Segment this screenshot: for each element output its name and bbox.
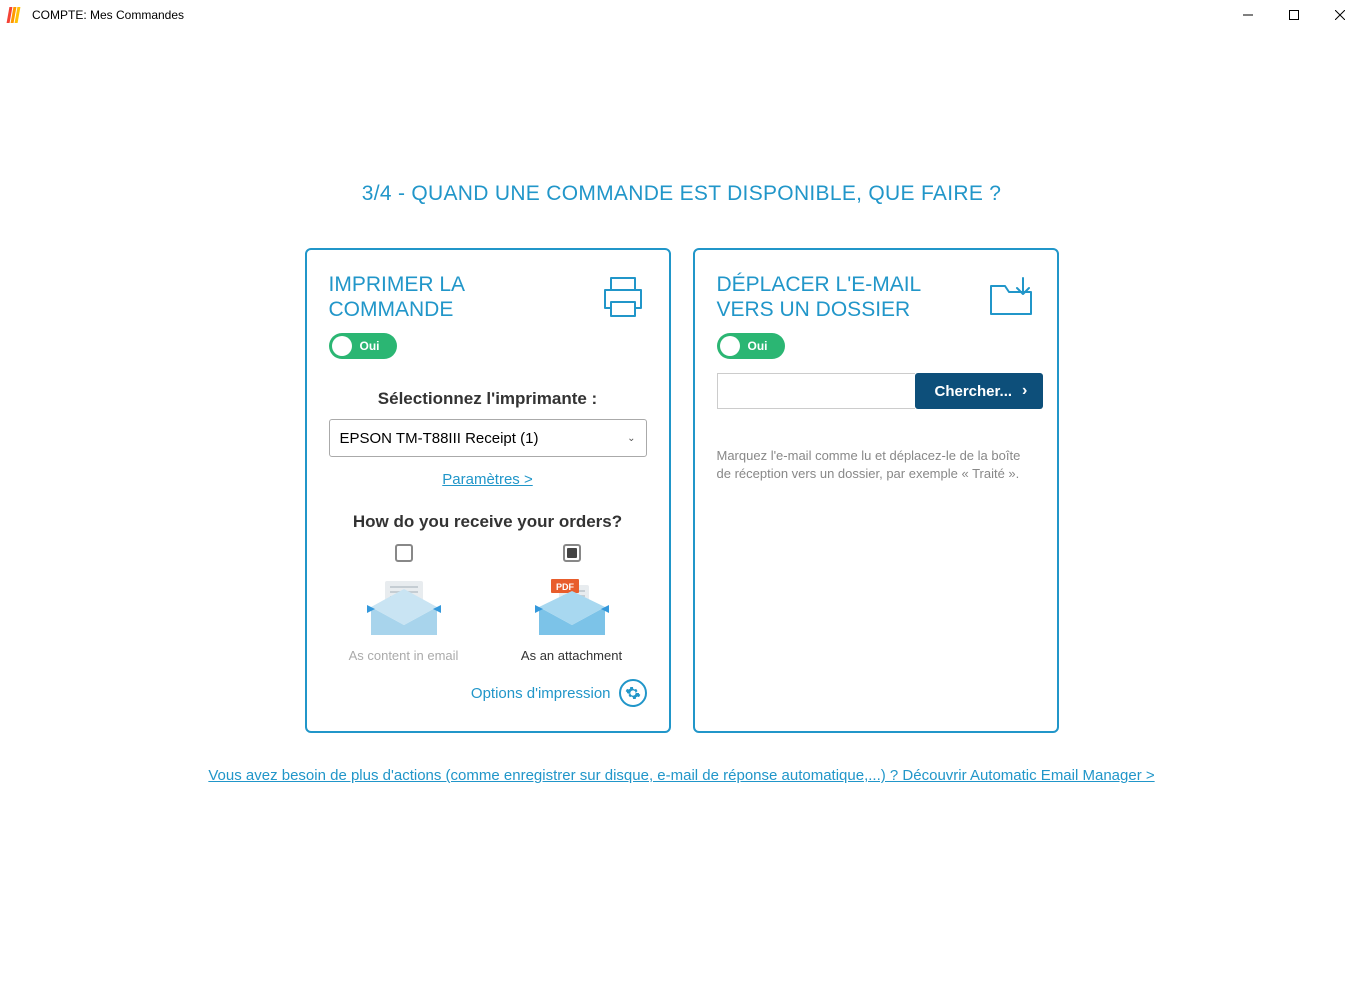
move-toggle[interactable]: Oui — [717, 333, 785, 359]
email-content-icon — [365, 576, 443, 638]
chevron-right-icon: › — [1022, 382, 1027, 400]
move-card-title: DÉPLACER L'E-MAIL VERS UN DOSSIER — [717, 272, 981, 322]
minimize-button[interactable] — [1225, 0, 1271, 30]
option-content-in-email[interactable]: As content in email — [344, 544, 464, 663]
app-logo-icon — [8, 7, 24, 23]
folder-search-input[interactable] — [717, 373, 915, 409]
email-attachment-icon: PDF — [533, 576, 611, 638]
option-content-label: As content in email — [349, 648, 459, 663]
print-options-gear-button[interactable] — [619, 679, 647, 707]
maximize-button[interactable] — [1271, 0, 1317, 30]
print-order-card: IMPRIMER LA COMMANDE Oui Sélectionnez l'… — [305, 248, 671, 733]
print-options-link[interactable]: Options d'impression — [471, 685, 611, 702]
print-card-title: IMPRIMER LA COMMANDE — [329, 272, 593, 322]
printer-select[interactable]: EPSON TM-T88III Receipt (1) ⌄ — [329, 419, 647, 457]
move-help-text: Marquez l'e-mail comme lu et déplacez-le… — [717, 447, 1035, 483]
close-button[interactable] — [1317, 0, 1363, 30]
checkbox-as-attachment[interactable] — [563, 544, 581, 562]
window-title: COMPTE: Mes Commandes — [32, 8, 184, 22]
parameters-link[interactable]: Paramètres > — [329, 471, 647, 488]
receive-orders-label: How do you receive your orders? — [329, 512, 647, 532]
move-email-card: DÉPLACER L'E-MAIL VERS UN DOSSIER Oui Ch… — [693, 248, 1059, 733]
printer-icon — [599, 272, 647, 325]
page-title: 3/4 - QUAND UNE COMMANDE EST DISPONIBLE,… — [0, 182, 1363, 206]
svg-text:PDF: PDF — [556, 582, 575, 592]
select-printer-label: Sélectionnez l'imprimante : — [329, 389, 647, 409]
print-toggle-label: Oui — [360, 339, 380, 353]
search-folder-button[interactable]: Chercher... › — [915, 373, 1044, 409]
chevron-down-icon: ⌄ — [627, 433, 635, 444]
more-actions-link[interactable]: Vous avez besoin de plus d'actions (comm… — [0, 767, 1363, 784]
option-attachment-label: As an attachment — [521, 648, 622, 663]
printer-selected-value: EPSON TM-T88III Receipt (1) — [340, 430, 539, 447]
folder-download-icon — [987, 272, 1035, 325]
move-toggle-label: Oui — [748, 339, 768, 353]
search-button-label: Chercher... — [935, 383, 1013, 400]
option-as-attachment[interactable]: PDF As an attachment — [512, 544, 632, 663]
gear-icon — [625, 685, 641, 701]
print-toggle[interactable]: Oui — [329, 333, 397, 359]
title-bar: COMPTE: Mes Commandes — [0, 0, 1363, 30]
checkbox-content-in-email[interactable] — [395, 544, 413, 562]
